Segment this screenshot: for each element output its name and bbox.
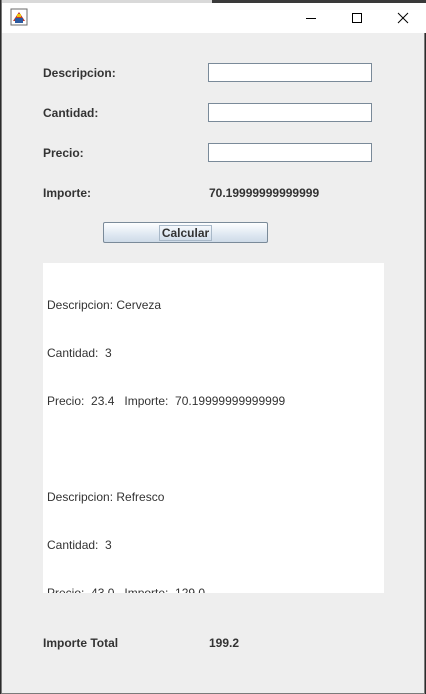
app-window: Descripcion: Cantidad: Precio: Importe: … bbox=[1, 0, 426, 694]
results-line: Cantidad: 3 bbox=[47, 346, 112, 360]
precio-input[interactable] bbox=[208, 143, 372, 162]
maximize-icon bbox=[351, 12, 363, 24]
cantidad-input[interactable] bbox=[208, 103, 372, 122]
descripcion-label: Descripcion: bbox=[43, 66, 116, 80]
minimize-icon bbox=[305, 12, 317, 24]
descripcion-input[interactable] bbox=[208, 63, 372, 82]
minimize-button[interactable] bbox=[288, 3, 334, 33]
results-line: Descripcion: Cerveza bbox=[47, 298, 162, 312]
importe-total-label: Importe Total bbox=[43, 636, 119, 650]
importe-total-value: 199.2 bbox=[209, 636, 240, 650]
close-icon bbox=[397, 12, 409, 24]
results-text-area[interactable]: Descripcion: Cerveza Cantidad: 3 Precio:… bbox=[43, 263, 384, 593]
maximize-button[interactable] bbox=[334, 3, 380, 33]
results-line: Precio: 23.4 Importe: 70.19999999999999 bbox=[47, 394, 286, 408]
close-button[interactable] bbox=[380, 3, 426, 33]
results-line: Descripcion: Refresco bbox=[47, 490, 165, 504]
importe-label: Importe: bbox=[43, 186, 91, 200]
cantidad-label: Cantidad: bbox=[43, 106, 99, 120]
results-line bbox=[47, 441, 380, 457]
precio-label: Precio: bbox=[43, 146, 84, 160]
results-line: Cantidad: 3 bbox=[47, 538, 112, 552]
title-bar[interactable] bbox=[2, 3, 426, 33]
importe-value: 70.19999999999999 bbox=[209, 186, 320, 200]
java-app-icon bbox=[10, 8, 28, 26]
results-line: Precio: 43.0 Importe: 129.0 bbox=[47, 586, 206, 593]
calcular-button[interactable]: Calcular bbox=[103, 222, 268, 243]
calcular-button-label: Calcular bbox=[158, 224, 213, 241]
